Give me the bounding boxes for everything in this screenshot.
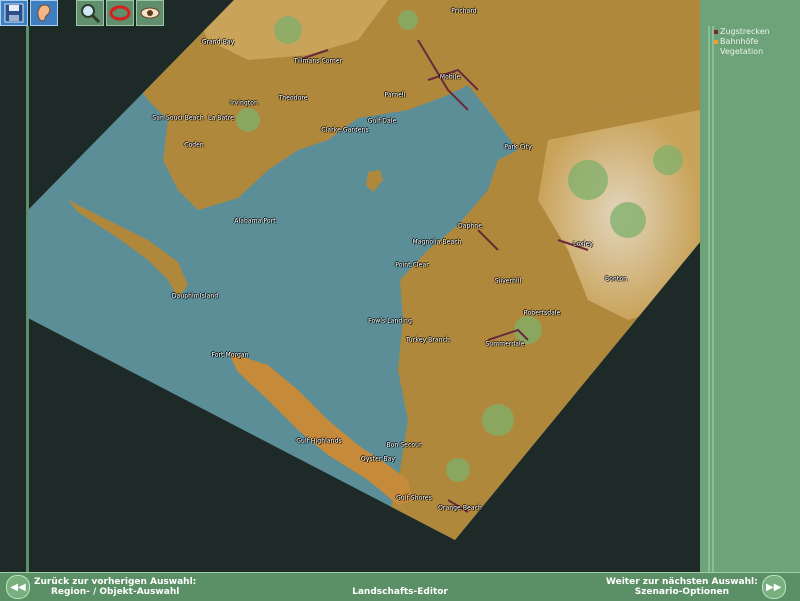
town-label[interactable]: Magnolia Beach [412, 239, 461, 246]
town-label[interactable]: Loxley [573, 241, 593, 248]
town-label[interactable]: Oyster Bay [361, 456, 395, 463]
map-view[interactable]: Prichard Grand Bay Tillmans Corner Mobil… [28, 0, 700, 574]
previous-step-button[interactable]: ◀◀ Zurück zur vorherigen Auswahl: Region… [6, 573, 196, 601]
next-step-label: Weiter zur nächsten Auswahl: [606, 577, 758, 587]
town-label[interactable]: Park City [504, 144, 532, 151]
legend-item-vegetation[interactable]: Vegetation [714, 47, 763, 57]
legend-label: Vegetation [720, 47, 764, 56]
town-label[interactable]: Fowls Landing [368, 318, 412, 325]
bottom-bar: ◀◀ Zurück zur vorherigen Auswahl: Region… [0, 572, 800, 601]
save-button[interactable] [0, 0, 28, 26]
next-step-button[interactable]: Weiter zur nächsten Auswahl: Szenario-Op… [606, 573, 786, 601]
town-label[interactable]: Fort Morgan [211, 352, 248, 359]
legend-label: Zugstrecken [720, 27, 770, 36]
town-label[interactable]: La Batre [208, 115, 234, 122]
station-swatch [714, 39, 718, 44]
town-label[interactable]: Summerdale [485, 341, 524, 348]
town-label[interactable]: Orange Beach [438, 505, 482, 512]
town-label[interactable]: Coden [184, 142, 204, 149]
legend-item-rails[interactable]: Zugstrecken [714, 27, 770, 37]
town-label[interactable]: Prichard [451, 8, 476, 15]
previous-step-target: Region- / Objekt-Auswahl [50, 587, 180, 597]
town-label[interactable]: San Souci Beach [152, 115, 203, 122]
town-label[interactable]: Gulf Highlands [296, 438, 341, 445]
panel-divider [712, 26, 714, 572]
vegetation-swatch [714, 49, 718, 54]
double-right-arrow-icon: ▶▶ [761, 575, 786, 599]
panel-divider [708, 26, 710, 572]
double-left-arrow-icon: ◀◀ [6, 575, 30, 599]
town-label[interactable]: Robertsdale [524, 310, 561, 317]
town-label[interactable]: Dauphin Island [172, 293, 218, 300]
disk-icon [4, 3, 24, 23]
town-label[interactable]: Irvington [230, 100, 258, 107]
legend-item-stations[interactable]: Bahnhöfe [714, 37, 758, 47]
town-label[interactable]: Parnell [385, 92, 406, 99]
town-label[interactable]: Bon Secour [386, 442, 421, 449]
town-label[interactable]: Theodore [278, 95, 307, 102]
town-label[interactable]: Gulf Dale [368, 118, 397, 125]
previous-step-label: Zurück zur vorherigen Auswahl: [34, 577, 197, 587]
town-label[interactable]: Point Clear [395, 262, 429, 269]
town-label[interactable]: Tillmans Corner [294, 58, 343, 65]
editor-title: Landschafts-Editor [352, 587, 448, 597]
town-label[interactable]: Silverhill [495, 278, 522, 285]
rail-swatch [714, 29, 718, 34]
next-step-target: Szenario-Optionen [634, 587, 730, 597]
town-label[interactable]: Daphne [458, 223, 482, 230]
town-label[interactable]: Mobile [440, 74, 460, 81]
legend-panel [700, 0, 800, 572]
terrain-map[interactable] [28, 0, 700, 574]
town-label[interactable]: Clarke Gardens [321, 127, 368, 134]
town-label[interactable]: Grand Bay [202, 39, 235, 46]
town-label[interactable]: Bonton [605, 276, 627, 283]
town-label[interactable]: Alabama Port [234, 218, 275, 225]
town-label[interactable]: Turkey Branch [406, 337, 450, 344]
town-label[interactable]: Gulf Shores [396, 495, 432, 502]
legend-label: Bahnhöfe [720, 37, 759, 46]
